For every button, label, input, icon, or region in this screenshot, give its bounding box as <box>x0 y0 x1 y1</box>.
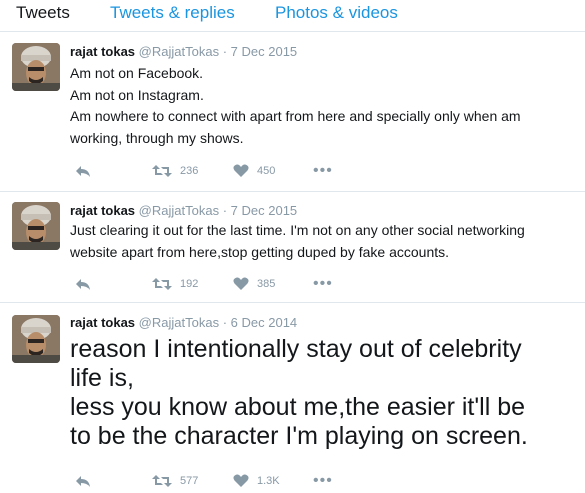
author-name[interactable]: rajat tokas <box>70 315 135 330</box>
reply-icon <box>76 476 90 487</box>
retweet-count: 192 <box>180 278 199 290</box>
heart-icon <box>233 277 249 290</box>
reply-icon <box>76 166 90 177</box>
tweet-text-line: Am nowhere to connect with apart from he… <box>70 108 521 124</box>
author-name[interactable]: rajat tokas <box>70 203 135 218</box>
tweet-text: Just clearing it out for the last time. … <box>70 220 575 263</box>
retweet-icon <box>152 475 172 487</box>
reply-button[interactable] <box>75 471 91 491</box>
tweet-text-line: Am not on Facebook. <box>70 65 204 81</box>
avatar[interactable] <box>12 202 60 250</box>
tweet-2[interactable]: rajat tokas @RajjatTokas · 7 Dec 2015 Ju… <box>0 192 585 303</box>
tweet-1[interactable]: rajat tokas @RajjatTokas · 7 Dec 2015 Am… <box>0 32 585 192</box>
avatar[interactable] <box>12 315 60 363</box>
tweet-text: Am not on Facebook. Am not on Instagram.… <box>70 63 575 149</box>
like-button[interactable]: 385 <box>233 274 275 294</box>
reply-button[interactable] <box>75 161 91 181</box>
separator-dot: · <box>222 44 228 59</box>
separator-dot: · <box>222 203 228 218</box>
author-name[interactable]: rajat tokas <box>70 44 135 59</box>
tab-tweets[interactable]: Tweets <box>16 3 70 23</box>
tab-tweets-and-replies[interactable]: Tweets & replies <box>110 3 235 23</box>
tweet-text-line: Just clearing it out for the last time. … <box>70 222 525 238</box>
like-button[interactable]: 1.3K <box>233 471 280 491</box>
more-icon[interactable]: ••• <box>313 471 333 491</box>
retweet-button[interactable]: 192 <box>152 274 198 294</box>
avatar[interactable] <box>12 43 60 91</box>
tweet-text-line: working, through my shows. <box>70 129 244 146</box>
tweet-text-line: Am not on Instagram. <box>70 86 204 103</box>
tweet-text-line: reason I intentionally stay out of celeb… <box>70 335 522 363</box>
tweet-3[interactable]: rajat tokas @RajjatTokas · 6 Dec 2014 re… <box>0 303 585 493</box>
tab-photos-and-videos[interactable]: Photos & videos <box>275 3 398 23</box>
author-handle[interactable]: @RajjatTokas <box>139 44 219 59</box>
retweet-icon <box>152 165 172 177</box>
tweet-actions: 236 450 ••• <box>70 161 370 181</box>
tweet-text-line: life is, <box>70 364 134 392</box>
reply-button[interactable] <box>75 274 91 294</box>
retweet-button[interactable]: 577 <box>152 471 198 491</box>
heart-icon <box>233 164 249 177</box>
tweet-header: rajat tokas @RajjatTokas · 6 Dec 2014 <box>70 315 297 331</box>
reply-icon <box>76 279 90 290</box>
more-icon[interactable]: ••• <box>313 274 333 294</box>
like-count: 1.3K <box>257 475 280 487</box>
author-handle[interactable]: @RajjatTokas <box>139 315 219 330</box>
retweet-icon <box>152 278 172 290</box>
retweet-count: 236 <box>180 165 199 177</box>
tweet-date[interactable]: 6 Dec 2014 <box>231 315 298 330</box>
tweet-actions: 577 1.3K ••• <box>70 471 370 491</box>
profile-tabs: Tweets Tweets & replies Photos & videos <box>0 0 585 32</box>
retweet-button[interactable]: 236 <box>152 161 198 181</box>
tweet-text-line: less you know about me,the easier it'll … <box>70 393 526 421</box>
tweet-actions: 192 385 ••• <box>70 274 370 294</box>
retweet-count: 577 <box>180 475 199 487</box>
like-button[interactable]: 450 <box>233 161 275 181</box>
tweet-text-line: website apart from here,stop getting dup… <box>70 243 450 260</box>
tweet-text: reason I intentionally stay out of celeb… <box>70 335 575 451</box>
tweet-header: rajat tokas @RajjatTokas · 7 Dec 2015 <box>70 44 297 60</box>
like-count: 450 <box>257 165 276 177</box>
separator-dot: · <box>222 315 228 330</box>
author-handle[interactable]: @RajjatTokas <box>139 203 219 218</box>
tweet-text-line: to be the character I'm playing on scree… <box>70 422 528 450</box>
like-count: 385 <box>257 278 276 290</box>
heart-icon <box>233 474 249 487</box>
more-icon[interactable]: ••• <box>313 161 333 181</box>
tweet-header: rajat tokas @RajjatTokas · 7 Dec 2015 <box>70 203 297 219</box>
tweet-date[interactable]: 7 Dec 2015 <box>231 44 298 59</box>
tweet-date[interactable]: 7 Dec 2015 <box>231 203 298 218</box>
